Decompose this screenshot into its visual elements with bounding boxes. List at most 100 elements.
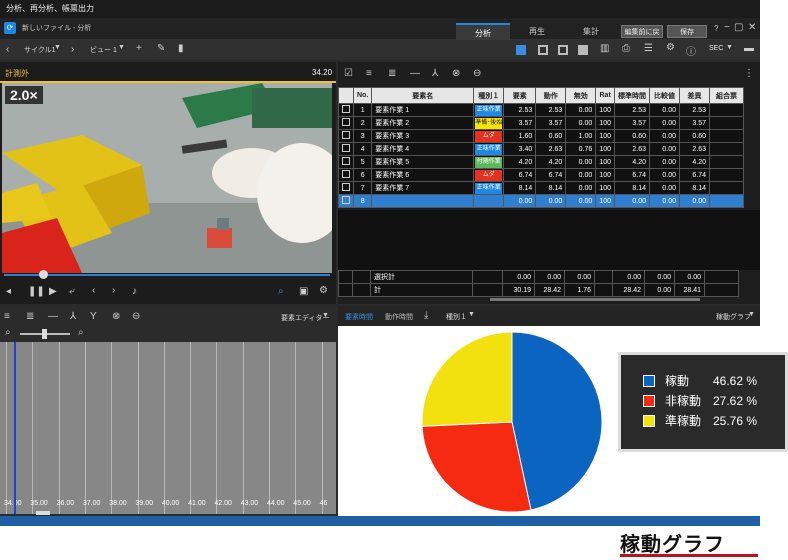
checkbox-icon[interactable] <box>342 131 350 139</box>
minimize-icon[interactable]: − <box>724 22 730 33</box>
header-diff[interactable]: 差異 <box>678 87 710 104</box>
view-dropdown-icon[interactable]: ▼ <box>118 44 125 51</box>
header-check[interactable] <box>338 87 354 104</box>
view-select[interactable]: ビュー 1 <box>90 45 117 55</box>
graph-select[interactable]: 稼動グラフ <box>716 312 751 322</box>
prev-frame-icon[interactable]: ‹ <box>92 285 95 296</box>
table-row[interactable]: 7 要素作業 7 正味作業 8.14 8.14 0.00 100 8.14 0.00 8.14 <box>338 181 744 195</box>
download-icon[interactable]: ⤓ <box>424 310 428 321</box>
row-checkbox[interactable] <box>338 168 354 182</box>
table-row[interactable]: 3 要素作業 3 ムダ 1.60 0.60 1.00 100 0.60 0.00 0.60 <box>338 129 744 143</box>
header-element[interactable]: 要素 <box>503 87 537 104</box>
play-icon[interactable]: ▶ <box>49 286 57 297</box>
timeline-track[interactable]: 34.00 35.00 36.00 37.00 38.00 39.00 40.00 41.00… <box>0 342 336 514</box>
add-icon[interactable]: + <box>136 43 142 54</box>
volume-icon[interactable]: ♪ <box>132 286 137 297</box>
table-row[interactable]: 1 要素作業 1 正味作業 2.53 2.53 0.00 100 2.53 0.00 2.53 <box>338 103 744 117</box>
cycle-select[interactable]: サイクル1 <box>24 45 56 55</box>
row-name[interactable]: 要素作業 2 <box>371 116 475 130</box>
layout-split-icon[interactable] <box>558 45 568 55</box>
snapshot-icon[interactable]: ▣ <box>299 286 308 297</box>
save-button[interactable]: 保存 <box>667 25 707 38</box>
tl-cancel-icon[interactable]: ⊗ <box>112 311 120 322</box>
table-row[interactable]: 5 要素作業 5 付随作業 4.20 4.20 0.00 100 4.20 0.00 4.20 <box>338 155 744 169</box>
video-settings-icon[interactable]: ⚙ <box>319 285 328 296</box>
checkbox-icon[interactable] <box>342 170 350 178</box>
video-frame[interactable] <box>2 83 332 273</box>
tl-remove-icon[interactable]: ⊖ <box>132 311 140 322</box>
row-name[interactable]: 要素作業 4 <box>371 142 475 156</box>
layout-single-icon[interactable] <box>578 45 588 55</box>
row-checkbox[interactable] <box>338 129 354 143</box>
table-scrollbar[interactable] <box>490 298 700 301</box>
row-type[interactable] <box>473 194 505 208</box>
row-name[interactable]: 要素作業 7 <box>371 181 475 195</box>
checkbox-icon[interactable] <box>342 157 350 165</box>
next-frame-icon[interactable]: › <box>112 285 115 296</box>
skip-back-icon[interactable]: ◂ <box>6 286 11 297</box>
layout-2x2-icon[interactable] <box>538 45 548 55</box>
playhead[interactable] <box>14 342 16 514</box>
edit-rows-icon[interactable]: ≣ <box>388 68 396 79</box>
tl-branch-icon[interactable]: Y <box>90 311 97 322</box>
row-checkbox[interactable] <box>338 142 354 156</box>
header-compare[interactable]: 比較値 <box>648 87 680 104</box>
tl-minus-icon[interactable]: — <box>48 311 58 322</box>
app-logo-icon[interactable]: ⟳ <box>4 22 16 34</box>
row-checkbox[interactable] <box>338 155 354 169</box>
header-rating[interactable]: Rat <box>595 87 615 104</box>
row-type[interactable]: 付随作業 <box>473 155 505 169</box>
type-dropdown-icon[interactable]: ▼ <box>468 311 475 318</box>
row-type[interactable]: ムダ <box>473 168 505 182</box>
unit-select[interactable]: SEC <box>709 45 723 52</box>
row-name[interactable]: 要素作業 6 <box>371 168 475 182</box>
zoom-out-icon[interactable]: ⌕ <box>5 327 11 338</box>
tab-playback[interactable]: 再生 <box>510 23 564 40</box>
editor-dropdown-icon[interactable]: ▼ <box>322 312 329 319</box>
close-icon[interactable]: ✕ <box>748 22 756 33</box>
table-row[interactable]: 2 要素作業 2 準備･後始 3.57 3.57 0.00 100 3.57 0.00 3.57 <box>338 116 744 130</box>
table-row[interactable]: 8 0.00 0.00 0.00 100 0.00 0.00 0.00 <box>338 194 744 208</box>
edit-icon[interactable]: ✎ <box>157 43 165 54</box>
tab-element-time[interactable]: 要素時間 <box>345 312 373 322</box>
step-forward-icon[interactable]: ⤶ <box>69 286 75 297</box>
insert-row-icon[interactable]: ≡ <box>366 68 372 79</box>
prev-cycle-icon[interactable]: ‹ <box>6 44 9 55</box>
layout-grid-icon[interactable] <box>516 45 526 55</box>
row-type[interactable]: 準備･後始 <box>473 116 505 130</box>
checkbox-icon[interactable] <box>342 118 350 126</box>
next-cycle-icon[interactable]: › <box>71 44 74 55</box>
table-row[interactable]: 6 要素作業 6 ムダ 6.74 6.74 0.00 100 6.74 0.00 6.74 <box>338 168 744 182</box>
row-checkbox[interactable] <box>338 194 354 208</box>
more-icon[interactable]: ⋮ <box>744 68 754 79</box>
header-invalid[interactable]: 無効 <box>565 87 597 104</box>
row-name[interactable]: 要素作業 3 <box>371 129 475 143</box>
list-icon[interactable]: ☰ <box>644 43 653 54</box>
tl-insert-icon[interactable]: ≡ <box>4 311 10 322</box>
folder-icon[interactable]: ▬ <box>744 43 754 54</box>
timeline-icon[interactable]: ▥ <box>600 43 609 54</box>
row-checkbox[interactable] <box>338 181 354 195</box>
gear-icon[interactable]: ⚙ <box>666 42 675 53</box>
person-icon[interactable]: ⅄ <box>432 68 438 79</box>
checkbox-icon[interactable] <box>342 105 350 113</box>
zoom-in-icon[interactable]: ⌕ <box>78 327 84 338</box>
header-name[interactable]: 要素名 <box>371 87 475 104</box>
help-icon[interactable]: ? <box>714 24 718 33</box>
revert-button[interactable]: 編集前に戻す <box>621 25 663 49</box>
row-type[interactable]: ムダ <box>473 129 505 143</box>
unit-dropdown-icon[interactable]: ▼ <box>726 44 733 51</box>
table-row[interactable]: 4 要素作業 4 正味作業 3.40 2.63 0.76 100 2.63 0.00 2.63 <box>338 142 744 156</box>
tab-analysis[interactable]: 分析 <box>456 23 510 40</box>
header-no[interactable]: No. <box>352 87 373 104</box>
tab-motion-time[interactable]: 動作時間 <box>385 312 413 322</box>
maximize-icon[interactable]: ▢ <box>734 22 743 33</box>
checkbox-icon[interactable] <box>342 196 350 204</box>
zoom-icon[interactable]: ⌕ <box>278 286 284 297</box>
header-combo[interactable]: 組合票 <box>708 87 744 104</box>
print-icon[interactable]: ⎙ <box>622 43 630 54</box>
row-type[interactable]: 正味作業 <box>473 103 505 117</box>
cancel-icon[interactable]: ⊗ <box>452 68 460 79</box>
timeline-scroll-thumb[interactable] <box>36 511 50 515</box>
cycle-dropdown-icon[interactable]: ▼ <box>54 44 61 51</box>
